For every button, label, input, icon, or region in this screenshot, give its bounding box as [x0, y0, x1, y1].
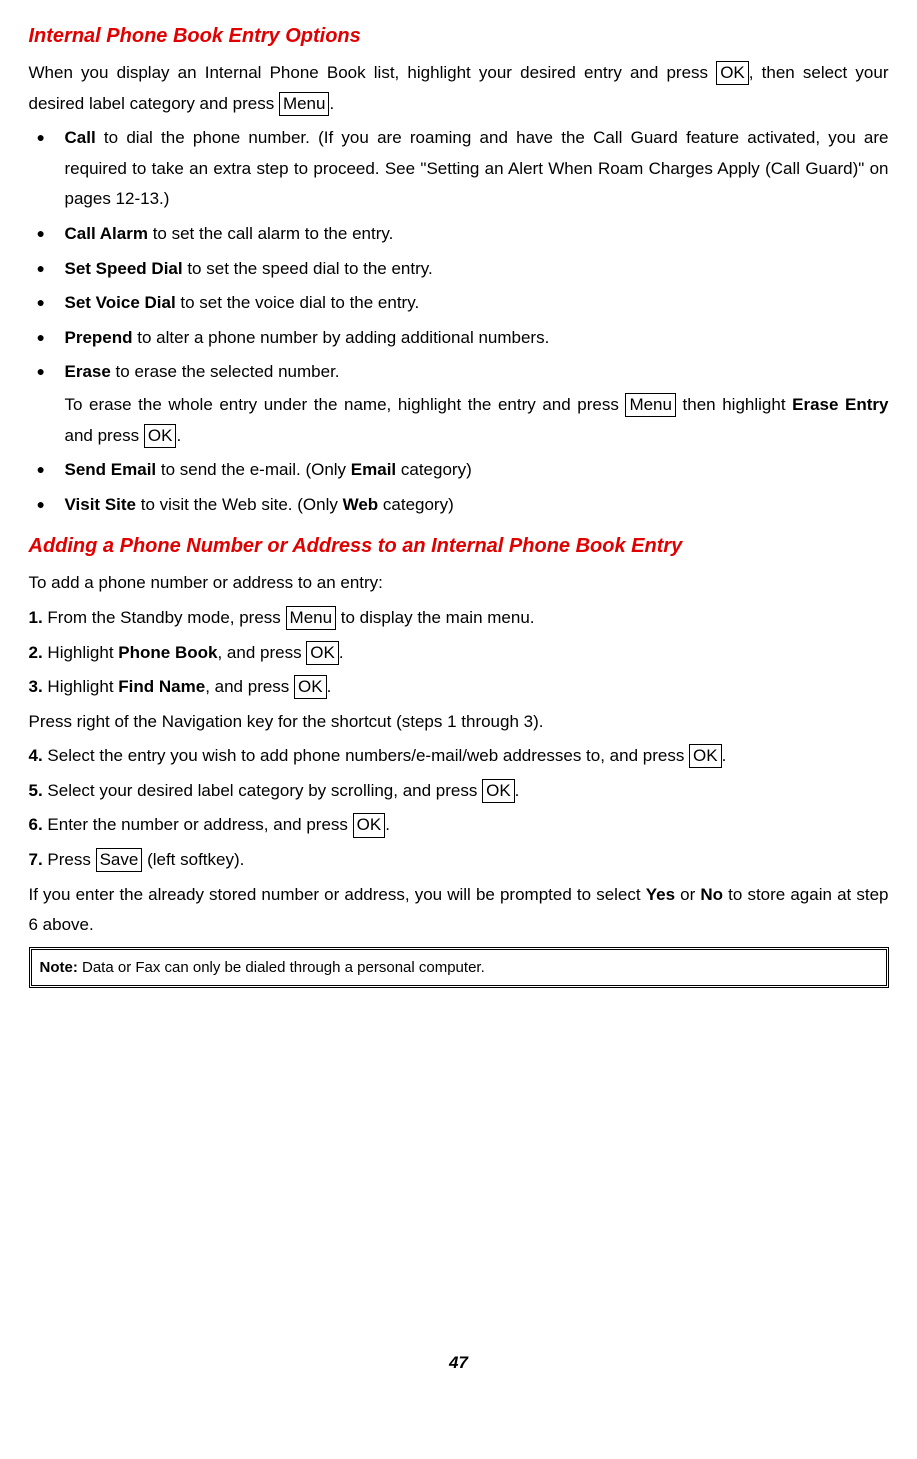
yes-bold: Yes: [646, 885, 675, 904]
erase-subtext: To erase the whole entry under the name,…: [65, 390, 889, 451]
option-text: to alter a phone number by adding additi…: [133, 328, 550, 347]
option-name: Call: [65, 128, 96, 147]
text1: to send the e-mail. (Only: [156, 460, 351, 479]
section-heading-2: Adding a Phone Number or Address to an I…: [29, 528, 889, 564]
ok-key: OK: [482, 779, 515, 803]
period: .: [722, 746, 727, 765]
option-name: Send Email: [65, 460, 157, 479]
list-item-call-alarm: Call Alarm to set the call alarm to the …: [65, 219, 889, 250]
step-6: 6. Enter the number or address, and pres…: [29, 810, 889, 841]
option-text: to set the call alarm to the entry.: [148, 224, 393, 243]
option-name: Visit Site: [65, 495, 137, 514]
tail-or: or: [675, 885, 700, 904]
ok-key: OK: [716, 61, 749, 85]
step-num: 6.: [29, 815, 43, 834]
step-7: 7. Press Save (left softkey).: [29, 845, 889, 876]
period: .: [385, 815, 390, 834]
step-text-b: (left softkey).: [142, 850, 244, 869]
note-box: Note: Data or Fax can only be dialed thr…: [29, 947, 889, 988]
add-intro: To add a phone number or address to an e…: [29, 568, 889, 599]
list-item-set-speed-dial: Set Speed Dial to set the speed dial to …: [65, 254, 889, 285]
step-text-b: to display the main menu.: [336, 608, 534, 627]
step-text-a: Select the entry you wish to add phone n…: [43, 746, 689, 765]
step-num: 3.: [29, 677, 43, 696]
option-name: Set Voice Dial: [65, 293, 176, 312]
step-text-a: Enter the number or address, and press: [43, 815, 353, 834]
phone-book-bold: Phone Book: [118, 643, 217, 662]
step-num: 2.: [29, 643, 43, 662]
sub-a: To erase the whole entry under the name,…: [65, 395, 626, 414]
step-3: 3. Highlight Find Name, and press OK.: [29, 672, 889, 703]
list-item-visit-site: Visit Site to visit the Web site. (Only …: [65, 490, 889, 521]
step-num: 4.: [29, 746, 43, 765]
options-list: Call to dial the phone number. (If you a…: [29, 123, 889, 520]
period: .: [327, 677, 332, 696]
page-number: 47: [29, 1348, 889, 1379]
ok-key: OK: [144, 424, 177, 448]
period: .: [176, 426, 181, 445]
tail-paragraph: If you enter the already stored number o…: [29, 880, 889, 941]
step-text-a: From the Standby mode, press: [43, 608, 286, 627]
sub-c: and press: [65, 426, 144, 445]
step-text-b: , and press: [205, 677, 294, 696]
option-text: to erase the selected number.: [111, 362, 340, 381]
step-1: 1. From the Standby mode, press Menu to …: [29, 603, 889, 634]
text2: category): [396, 460, 472, 479]
option-name: Prepend: [65, 328, 133, 347]
ok-key: OK: [306, 641, 339, 665]
step-num: 5.: [29, 781, 43, 800]
step-text-a: Select your desired label category by sc…: [43, 781, 482, 800]
step-text-a: Press: [43, 850, 96, 869]
text1: to visit the Web site. (Only: [136, 495, 343, 514]
option-name: Erase: [65, 362, 111, 381]
step-text-a: Highlight: [43, 677, 119, 696]
ok-key: OK: [294, 675, 327, 699]
note-label: Note:: [40, 959, 78, 976]
option-text: to set the speed dial to the entry.: [183, 259, 433, 278]
tail-a: If you enter the already stored number o…: [29, 885, 646, 904]
shortcut-note: Press right of the Navigation key for th…: [29, 707, 889, 738]
option-text: to set the voice dial to the entry.: [176, 293, 420, 312]
period: .: [339, 643, 344, 662]
option-name: Set Speed Dial: [65, 259, 183, 278]
find-name-bold: Find Name: [118, 677, 205, 696]
step-4: 4. Select the entry you wish to add phon…: [29, 741, 889, 772]
list-item-set-voice-dial: Set Voice Dial to set the voice dial to …: [65, 288, 889, 319]
erase-entry-bold: Erase Entry: [792, 395, 888, 414]
intro-paragraph: When you display an Internal Phone Book …: [29, 58, 889, 119]
step-text-a: Highlight: [43, 643, 119, 662]
option-name: Call Alarm: [65, 224, 148, 243]
section-heading-1: Internal Phone Book Entry Options: [29, 18, 889, 54]
step-5: 5. Select your desired label category by…: [29, 776, 889, 807]
step-text-b: , and press: [217, 643, 306, 662]
note-text: Data or Fax can only be dialed through a…: [78, 959, 485, 976]
ok-key: OK: [689, 744, 722, 768]
period: .: [515, 781, 520, 800]
text2: category): [378, 495, 454, 514]
no-bold: No: [700, 885, 723, 904]
list-item-prepend: Prepend to alter a phone number by addin…: [65, 323, 889, 354]
period: .: [329, 94, 334, 113]
option-text: to dial the phone number. (If you are ro…: [65, 128, 889, 208]
sub-b: then highlight: [676, 395, 792, 414]
step-num: 1.: [29, 608, 43, 627]
menu-key: Menu: [279, 92, 330, 116]
email-bold: Email: [351, 460, 396, 479]
save-key: Save: [96, 848, 143, 872]
list-item-erase: Erase to erase the selected number. To e…: [65, 357, 889, 451]
list-item-call: Call to dial the phone number. (If you a…: [65, 123, 889, 215]
menu-key: Menu: [286, 606, 337, 630]
list-item-send-email: Send Email to send the e-mail. (Only Ema…: [65, 455, 889, 486]
ok-key: OK: [353, 813, 386, 837]
menu-key: Menu: [625, 393, 676, 417]
step-2: 2. Highlight Phone Book, and press OK.: [29, 638, 889, 669]
intro-text-a: When you display an Internal Phone Book …: [29, 63, 717, 82]
web-bold: Web: [343, 495, 379, 514]
step-num: 7.: [29, 850, 43, 869]
